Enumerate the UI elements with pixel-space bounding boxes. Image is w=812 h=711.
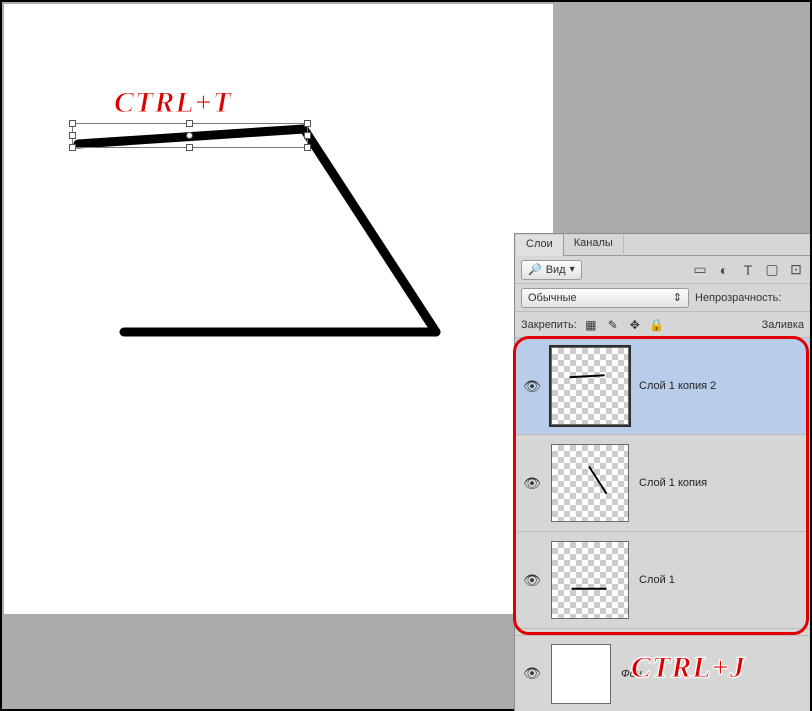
lock-transparency-icon[interactable]: ▦: [583, 317, 599, 333]
lock-paint-icon[interactable]: ✎: [605, 317, 621, 333]
visibility-toggle[interactable]: 👁: [523, 378, 541, 395]
opacity-label: Непрозрачность:: [695, 292, 781, 304]
tab-channels[interactable]: Каналы: [564, 234, 624, 256]
transform-handle-bl[interactable]: [69, 144, 76, 151]
workspace-background: CTRL+T Слои Каналы 🔎 Вид ▾ ▭ ◐ T ▢: [2, 2, 810, 709]
search-icon: 🔎: [528, 263, 542, 276]
lock-position-icon[interactable]: ✥: [627, 317, 643, 333]
artwork: [4, 4, 553, 614]
chevron-updown-icon: ⇕: [673, 291, 682, 304]
layers-panel: Слои Каналы 🔎 Вид ▾ ▭ ◐ T ▢ ⊡: [514, 233, 810, 711]
transform-center[interactable]: [186, 132, 193, 139]
layer-kind-filter[interactable]: 🔎 Вид ▾: [521, 260, 582, 280]
free-transform-bounds[interactable]: [72, 123, 308, 148]
layer-thumbnail[interactable]: [551, 444, 629, 522]
tab-layers[interactable]: Слои: [515, 234, 564, 256]
layer-list: 👁 Слой 1 копия 2 👁 Слой 1 копия: [515, 338, 810, 629]
visibility-toggle[interactable]: 👁: [523, 475, 541, 492]
type-filter-icon[interactable]: T: [740, 262, 756, 278]
lock-all-icon[interactable]: 🔒: [649, 317, 665, 333]
layer-name[interactable]: Слой 1 копия: [639, 477, 707, 489]
visibility-toggle[interactable]: 👁: [523, 572, 541, 589]
chevron-down-icon: ▾: [570, 264, 575, 275]
lock-row: Закрепить: ▦ ✎ ✥ 🔒 Заливка: [515, 312, 810, 338]
layer-row[interactable]: 👁 Слой 1 копия 2: [515, 338, 810, 435]
fill-label: Заливка: [762, 319, 804, 331]
kind-filter-label: Вид: [546, 264, 566, 276]
transform-handle-br[interactable]: [304, 144, 311, 151]
layer-name[interactable]: Слой 1 копия 2: [639, 380, 716, 392]
blend-mode-select[interactable]: Обычные ⇕: [521, 288, 689, 308]
layer-row[interactable]: 👁 Слой 1 копия: [515, 435, 810, 532]
lock-label: Закрепить:: [521, 319, 577, 331]
annotation-ctrl-t: CTRL+T: [114, 86, 232, 120]
transform-handle-tr[interactable]: [304, 120, 311, 127]
smartobject-filter-icon[interactable]: ⊡: [788, 262, 804, 278]
shape-filter-icon[interactable]: ▢: [764, 262, 780, 278]
pixel-filter-icon[interactable]: ▭: [692, 262, 708, 278]
transform-handle-bm[interactable]: [186, 144, 193, 151]
transform-handle-tm[interactable]: [186, 120, 193, 127]
document-canvas[interactable]: CTRL+T: [4, 4, 553, 614]
filter-row: 🔎 Вид ▾ ▭ ◐ T ▢ ⊡: [515, 256, 810, 284]
blend-row: Обычные ⇕ Непрозрачность:: [515, 284, 810, 312]
transform-handle-tl[interactable]: [69, 120, 76, 127]
transform-handle-ml[interactable]: [69, 132, 76, 139]
layer-name[interactable]: Слой 1: [639, 574, 675, 586]
panel-tabs: Слои Каналы: [515, 234, 810, 256]
layer-row[interactable]: 👁 Слой 1: [515, 532, 810, 629]
blend-mode-value: Обычные: [528, 292, 577, 304]
transform-handle-mr[interactable]: [304, 132, 311, 139]
layer-thumbnail[interactable]: [551, 644, 611, 704]
filter-type-icons: ▭ ◐ T ▢ ⊡: [692, 262, 804, 278]
app-stage: CTRL+T Слои Каналы 🔎 Вид ▾ ▭ ◐ T ▢: [0, 0, 812, 711]
annotation-ctrl-j: CTRL+J: [631, 651, 746, 685]
layer-thumbnail[interactable]: [551, 347, 629, 425]
layer-thumbnail[interactable]: [551, 541, 629, 619]
adjustment-filter-icon[interactable]: ◐: [716, 262, 732, 278]
visibility-toggle[interactable]: 👁: [523, 665, 541, 682]
